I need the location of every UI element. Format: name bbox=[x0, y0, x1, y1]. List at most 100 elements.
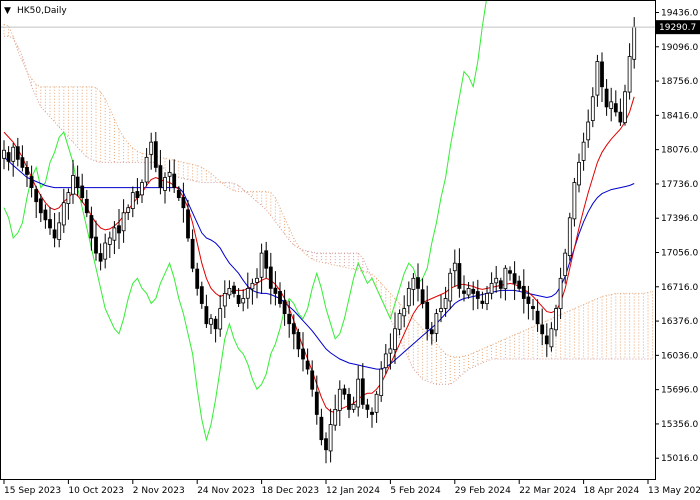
candle-body bbox=[544, 335, 549, 345]
candle-body bbox=[232, 285, 236, 294]
last-price-tag: 19290.7 bbox=[656, 20, 700, 35]
y-tick-label: 16036.0 bbox=[661, 351, 698, 361]
candle-body bbox=[411, 277, 416, 290]
candle-body bbox=[218, 308, 223, 330]
x-tick-label: 2 Nov 2023 bbox=[133, 486, 185, 496]
candle-body bbox=[61, 202, 66, 226]
candle-body bbox=[305, 360, 310, 370]
candle-body bbox=[310, 370, 315, 390]
candle-body bbox=[623, 91, 627, 124]
candle-body bbox=[342, 388, 347, 395]
candle-body bbox=[577, 161, 581, 186]
x-tick-label: 12 Jan 2024 bbox=[326, 486, 380, 496]
candle-body bbox=[167, 172, 172, 177]
y-tick-label: 15356.0 bbox=[661, 420, 698, 430]
candle-body bbox=[273, 287, 278, 294]
candle-body bbox=[287, 313, 292, 325]
candle-body bbox=[590, 96, 595, 121]
candle-body bbox=[291, 323, 296, 335]
candle-body bbox=[360, 378, 365, 405]
candle-body bbox=[466, 288, 471, 296]
candle-body bbox=[282, 300, 287, 315]
candle-body bbox=[43, 209, 48, 221]
candle-body bbox=[6, 152, 11, 162]
candle-body bbox=[512, 273, 517, 284]
candle-body bbox=[94, 236, 98, 254]
candle-body bbox=[34, 189, 39, 203]
candle-body bbox=[75, 176, 80, 188]
candle-body bbox=[140, 182, 144, 196]
candle-body bbox=[549, 328, 554, 348]
candle-body bbox=[195, 268, 200, 289]
candle-body bbox=[107, 237, 112, 245]
y-tick-label: 15696.0 bbox=[661, 386, 698, 396]
candle-body bbox=[489, 282, 494, 294]
candle-body bbox=[443, 298, 448, 309]
candle-body bbox=[52, 229, 57, 239]
candle-body bbox=[236, 294, 241, 304]
candle-body bbox=[439, 308, 443, 313]
chart: 19436.0 19096.0 18756.0 18416.0 18076.0 17736… bbox=[0, 0, 700, 500]
candle-body bbox=[204, 306, 209, 325]
candle-body bbox=[517, 280, 522, 289]
candle-body bbox=[425, 301, 430, 330]
candle-body bbox=[199, 286, 204, 304]
candle-body bbox=[250, 282, 255, 290]
candle-body bbox=[462, 290, 466, 294]
candle-body bbox=[379, 368, 384, 397]
candle-body bbox=[393, 328, 397, 351]
candle-body bbox=[314, 391, 319, 415]
x-tick-label: 10 Oct 2023 bbox=[68, 486, 124, 496]
candle-body bbox=[135, 191, 140, 199]
candle-body bbox=[121, 212, 126, 232]
candle-body bbox=[259, 252, 264, 278]
candle-body bbox=[255, 277, 259, 283]
candle-body bbox=[618, 111, 623, 123]
candle-body bbox=[80, 185, 85, 199]
candle-body bbox=[448, 272, 453, 302]
candle-body bbox=[521, 285, 526, 299]
candle-body bbox=[186, 209, 190, 239]
candle-body bbox=[38, 198, 43, 214]
candle-body bbox=[29, 176, 34, 188]
candle-body bbox=[567, 217, 572, 257]
candle-body bbox=[494, 277, 499, 284]
y-tick-label: 17736.0 bbox=[661, 180, 698, 190]
candle-body bbox=[613, 103, 618, 113]
x-tick-label: 29 Feb 2024 bbox=[455, 486, 511, 496]
candle-body bbox=[328, 424, 333, 452]
candle-body bbox=[420, 289, 425, 304]
candle-body bbox=[103, 242, 108, 260]
candle-body bbox=[319, 416, 324, 441]
candle-body bbox=[333, 409, 338, 426]
candle-body bbox=[600, 61, 604, 88]
candle-body bbox=[457, 263, 462, 289]
candle-body bbox=[190, 238, 195, 269]
candle-body bbox=[563, 252, 568, 277]
candle-body bbox=[117, 225, 121, 234]
x-tick-label: 24 Nov 2023 bbox=[197, 486, 255, 496]
candle-body bbox=[264, 250, 269, 269]
candle-body bbox=[531, 306, 535, 309]
candle-body bbox=[25, 167, 29, 175]
y-tick-label: 16716.0 bbox=[661, 283, 698, 293]
candle-body bbox=[153, 141, 158, 168]
candle-body bbox=[241, 298, 246, 304]
candle-body bbox=[324, 438, 328, 451]
candle-body bbox=[158, 165, 163, 188]
candle-body bbox=[572, 182, 577, 220]
candle-body bbox=[452, 262, 457, 272]
candle-body bbox=[402, 308, 407, 317]
candle-body bbox=[475, 291, 480, 299]
candle-body bbox=[581, 141, 586, 161]
candle-body bbox=[2, 149, 6, 159]
candle-body bbox=[98, 253, 103, 262]
candle-body bbox=[144, 156, 149, 183]
candle-body bbox=[480, 300, 485, 304]
candle-body bbox=[554, 308, 558, 331]
candle-body bbox=[66, 192, 71, 204]
candle-body bbox=[227, 288, 232, 296]
candle-body bbox=[498, 280, 503, 289]
candle-body bbox=[209, 318, 213, 325]
candle-body bbox=[535, 310, 540, 325]
